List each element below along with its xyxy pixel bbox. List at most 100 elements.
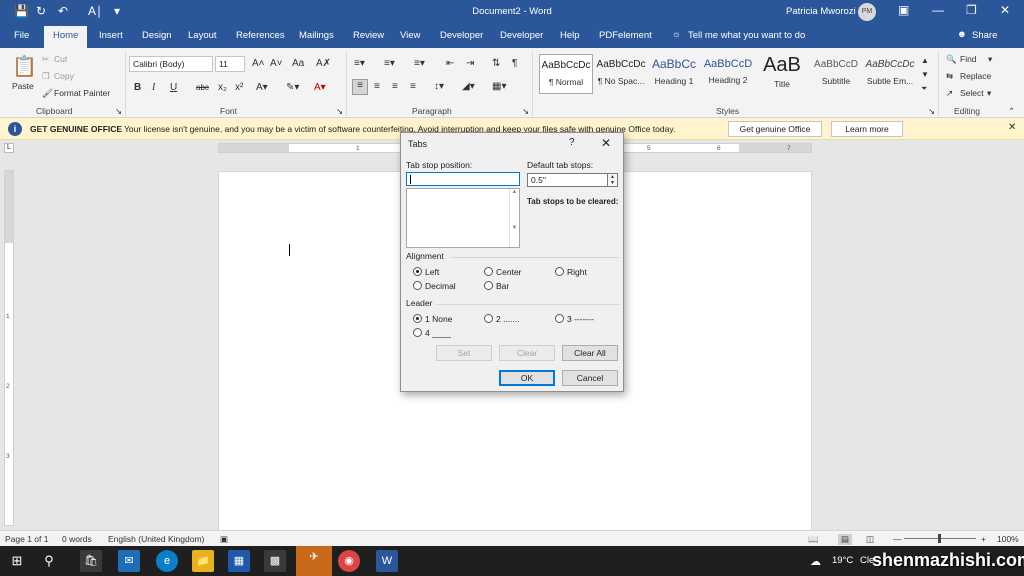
underline-icon[interactable]: U [170,82,177,93]
tab-file[interactable]: File [14,30,29,41]
close-icon[interactable]: ✕ [601,136,611,150]
leader-dots-label[interactable]: 2 ....... [496,314,520,324]
find-icon[interactable]: 🔍 [946,54,957,65]
alignment-right-label[interactable]: Right [567,267,587,277]
sort-icon[interactable]: ⇅ [492,58,500,69]
mail-icon[interactable]: ✉ [118,550,140,572]
paragraph-launcher-icon[interactable]: ↘ [522,106,529,117]
strikethrough-icon[interactable]: abc [196,83,209,92]
close-window-icon[interactable]: ✕ [1000,3,1010,17]
clear-formatting-icon[interactable]: A✗ [316,58,331,69]
leader-none-label[interactable]: 1 None [425,314,452,324]
help-icon[interactable]: ? [569,137,575,148]
clipboard-launcher-icon[interactable]: ↘ [115,106,122,117]
show-marks-icon[interactable]: ¶ [512,58,517,69]
superscript-icon[interactable]: x² [235,82,243,93]
collapse-ribbon-icon[interactable]: ⌃ [1008,106,1015,117]
tab-references[interactable]: References [236,30,285,41]
style-normal[interactable]: AaBbCcDc ¶ Normal [539,54,593,94]
tab-help[interactable]: Help [560,30,580,41]
align-center-icon[interactable]: ≡ [374,81,380,92]
subscript-icon[interactable]: x₂ [218,82,227,93]
minimize-icon[interactable]: — [932,3,944,17]
clear-all-button[interactable]: Clear All [562,345,618,361]
alignment-left-label[interactable]: Left [425,267,439,277]
align-left-icon[interactable]: ≡ [352,79,368,95]
alignment-center-label[interactable]: Center [496,267,522,277]
alignment-bar-label[interactable]: Bar [496,281,509,291]
leader-dots-radio[interactable] [484,314,493,323]
line-spacing-icon[interactable]: ↕▾ [434,81,444,92]
macro-recorder-icon[interactable]: ▣ [220,534,228,545]
paste-icon[interactable]: 📋 [12,54,37,79]
cancel-button[interactable]: Cancel [562,370,618,386]
styles-launcher-icon[interactable]: ↘ [928,106,935,117]
ok-button[interactable]: OK [499,370,555,386]
multilevel-list-icon[interactable]: ≡▾ [414,58,425,69]
tell-me-box[interactable]: Tell me what you want to do [688,30,805,41]
find-dropdown-icon[interactable]: ▾ [988,54,992,65]
select-button[interactable]: Select [960,88,984,98]
styles-scroll-up-icon[interactable]: ▲ [921,56,929,65]
tab-review[interactable]: Review [353,30,384,41]
style-subtle-emphasis[interactable]: AaBbCcDc Subtle Em... [863,54,917,94]
leader-dashes-radio[interactable] [555,314,564,323]
zoom-in-icon[interactable]: + [981,534,986,544]
leader-underline-label[interactable]: 4 ____ [425,328,451,338]
shading-icon[interactable]: ◢▾ [462,81,475,92]
replace-icon[interactable]: ⇆ [946,71,953,82]
tab-view[interactable]: View [400,30,420,41]
language-indicator[interactable]: English (United Kingdom) [108,534,204,544]
windows-start-icon[interactable]: ⊞ [6,550,28,572]
select-icon[interactable]: ↗ [946,88,953,99]
print-layout-icon[interactable]: ▤ [838,534,853,545]
alignment-right-radio[interactable] [555,267,564,276]
leader-none-radio[interactable] [413,314,422,323]
text-effects-icon[interactable]: A▾ [256,82,268,93]
bullets-icon[interactable]: ≡▾ [354,58,365,69]
tab-layout[interactable]: Layout [188,30,217,41]
tab-stops-list[interactable]: ▲ ▼ [406,188,520,248]
alignment-bar-radio[interactable] [484,281,493,290]
italic-icon[interactable]: I [152,82,155,93]
font-name-select[interactable]: Calibri (Body) [129,56,213,72]
tab-stop-position-input[interactable] [406,172,520,186]
clear-button[interactable]: Clear [499,345,555,361]
find-button[interactable]: Find [960,54,977,64]
highlight-icon[interactable]: ✎▾ [286,82,299,93]
font-size-select[interactable]: 11 [215,56,245,72]
cut-icon[interactable]: ✂ [42,54,49,65]
page-count[interactable]: Page 1 of 1 [5,534,48,544]
tab-home[interactable]: Home [44,26,88,48]
borders-icon[interactable]: ▦▾ [492,81,506,92]
style-no-spacing[interactable]: AaBbCcDc ¶ No Spac... [594,54,648,94]
share-button[interactable]: Share [972,30,997,41]
learn-more-button[interactable]: Learn more [831,121,903,137]
set-button[interactable]: Set [436,345,492,361]
paste-button[interactable]: Paste [12,81,34,91]
alignment-center-radio[interactable] [484,267,493,276]
file-explorer-icon[interactable]: 📁 [192,550,214,572]
justify-icon[interactable]: ≡ [410,81,416,92]
alignment-decimal-radio[interactable] [413,281,422,290]
search-icon[interactable]: ⚲ [38,550,60,572]
word-count[interactable]: 0 words [62,534,92,544]
alignment-left-radio[interactable] [413,267,422,276]
select-dropdown-icon[interactable]: ▾ [987,88,991,99]
word-taskbar-icon[interactable]: W [376,550,398,572]
numbering-icon[interactable]: ≡▾ [384,58,395,69]
font-launcher-icon[interactable]: ↘ [336,106,343,117]
leader-underline-radio[interactable] [413,328,422,337]
ribbon-display-icon[interactable]: ▣ [898,3,909,17]
tab-selector[interactable]: L [4,143,14,153]
zoom-level[interactable]: 100% [997,534,1019,544]
close-notice-icon[interactable]: ✕ [1008,122,1016,133]
app-icon-active[interactable]: ✈ [296,546,332,576]
tab-insert[interactable]: Insert [99,30,123,41]
get-genuine-office-button[interactable]: Get genuine Office [728,121,822,137]
shrink-font-icon[interactable]: A˅ [270,58,283,69]
chrome-icon[interactable]: ◉ [338,550,360,572]
edge-icon[interactable]: e [156,550,178,572]
tab-mailings[interactable]: Mailings [299,30,334,41]
decrease-indent-icon[interactable]: ⇤ [446,58,454,69]
